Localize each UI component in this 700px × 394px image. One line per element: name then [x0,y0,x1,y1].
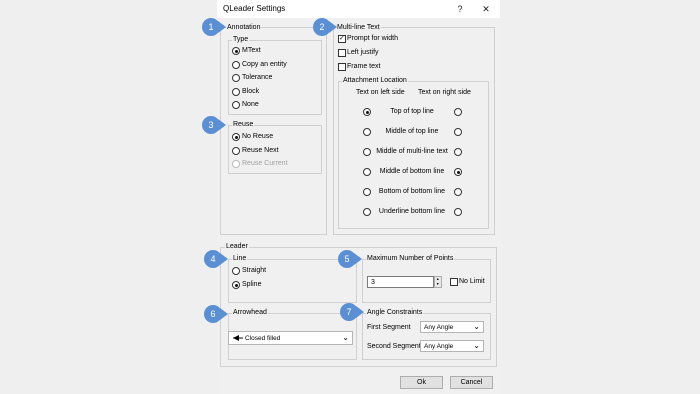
no-limit-label: No Limit [459,278,485,285]
help-button[interactable]: ? [452,2,468,16]
radio-reuse-next[interactable] [232,147,240,155]
frame-text-label: Frame text [347,63,381,70]
right-side-header: Text on right side [418,89,471,96]
prompt-width-label: Prompt for width [347,35,398,42]
radio-tolerance[interactable] [232,74,240,82]
callout-badge-2: 2 [313,18,331,36]
first-segment-dropdown[interactable]: Any Angle ⌄ [420,321,484,333]
type-label: Type [232,36,250,43]
radio-straight[interactable] [232,267,240,275]
no-limit-checkbox[interactable] [450,278,458,286]
left-justify-label: Left justify [347,49,379,56]
chevron-down-icon: ⌄ [473,341,480,350]
radio-spline[interactable] [232,281,240,289]
chevron-down-icon: ⌄ [342,333,349,342]
prompt-width-checkbox[interactable] [338,34,346,43]
cancel-button[interactable]: Cancel [450,376,493,389]
left-top-of-top-line-radio[interactable] [363,108,371,116]
reuse-current-label: Reuse Current [242,160,288,167]
first-segment-label: First Segment [367,324,411,331]
copy-entity-label: Copy an entity [242,61,287,68]
spline-label: Spline [242,281,262,288]
line-label: Line [232,255,248,262]
angle-constraints-label: Angle Constraints [366,309,424,316]
attach-row-label: Underline bottom line [378,208,446,215]
annotation-label: Annotation [226,24,262,31]
attach-row-label: Middle of multi-line text [376,148,448,155]
window-title: QLeader Settings [223,4,286,13]
attach-row-label: Middle of bottom line [379,168,445,175]
arrowhead-value: Closed filled [245,335,281,342]
arrowhead-dropdown[interactable]: Closed filled ⌄ [228,331,353,345]
right-top-of-top-line-radio[interactable] [454,108,462,116]
radio-none[interactable] [232,101,240,109]
mtext-label: MText [242,47,261,54]
attachment-location-label: Attachment Location [342,77,408,84]
none-label: None [242,101,259,108]
chevron-down-icon: ⌄ [473,322,480,331]
radio-no-reuse[interactable] [232,133,240,141]
radio-block[interactable] [232,88,240,96]
attachment-location-group [338,81,489,229]
leader-label: Leader [225,243,249,250]
frame-text-checkbox[interactable] [338,63,346,71]
attach-row-label: Middle of top line [385,128,439,135]
left-bottom-of-bottom-line-radio[interactable] [363,188,371,196]
multiline-text-label: Multi-line Text [336,24,381,31]
tolerance-label: Tolerance [242,74,273,81]
radio-reuse-current[interactable] [232,160,240,168]
callout-badge-6: 6 [204,305,222,323]
second-segment-label: Second Segment [367,343,421,350]
left-middle-of-bottom-line-radio[interactable] [363,168,371,176]
right-middle-of-top-line-radio[interactable] [454,128,462,136]
left-justify-checkbox[interactable] [338,49,346,57]
second-segment-value: Any Angle [424,343,454,350]
radio-mtext[interactable] [232,47,240,55]
first-segment-value: Any Angle [424,324,454,331]
left-side-header: Text on left side [356,89,405,96]
callout-badge-7: 7 [340,303,358,321]
callout-badge-4: 4 [204,250,222,268]
max-points-spinner[interactable]: ▲ ▼ [434,276,442,288]
callout-badge-1: 1 [202,18,220,36]
left-middle-of-multiline-radio[interactable] [363,148,371,156]
no-reuse-label: No Reuse [242,133,274,140]
closed-filled-arrow-icon [233,335,243,341]
close-button[interactable]: ✕ [478,2,494,16]
block-label: Block [242,88,260,95]
right-underline-bottom-line-radio[interactable] [454,208,462,216]
reuse-next-label: Reuse Next [242,147,279,154]
radio-copy-entity[interactable] [232,61,240,69]
ok-button[interactable]: Ok [400,376,443,389]
right-bottom-of-bottom-line-radio[interactable] [454,188,462,196]
right-middle-of-bottom-line-radio[interactable] [454,168,462,176]
attach-row-label: Top of top line [390,108,434,115]
callout-badge-5: 5 [338,250,356,268]
attach-row-label: Bottom of bottom line [378,188,446,195]
right-middle-of-multiline-radio[interactable] [454,148,462,156]
callout-badge-3: 3 [202,116,220,134]
reuse-label: Reuse [232,121,255,128]
second-segment-dropdown[interactable]: Any Angle ⌄ [420,340,484,352]
max-points-label: Maximum Number of Points [366,255,455,262]
spin-down-icon[interactable]: ▼ [436,282,439,287]
max-points-input[interactable]: 3 [367,276,434,288]
max-points-value: 3 [371,279,375,286]
arrowhead-label: Arrowhead [232,309,268,316]
straight-label: Straight [242,267,267,274]
left-underline-bottom-line-radio[interactable] [363,208,371,216]
left-middle-of-top-line-radio[interactable] [363,128,371,136]
